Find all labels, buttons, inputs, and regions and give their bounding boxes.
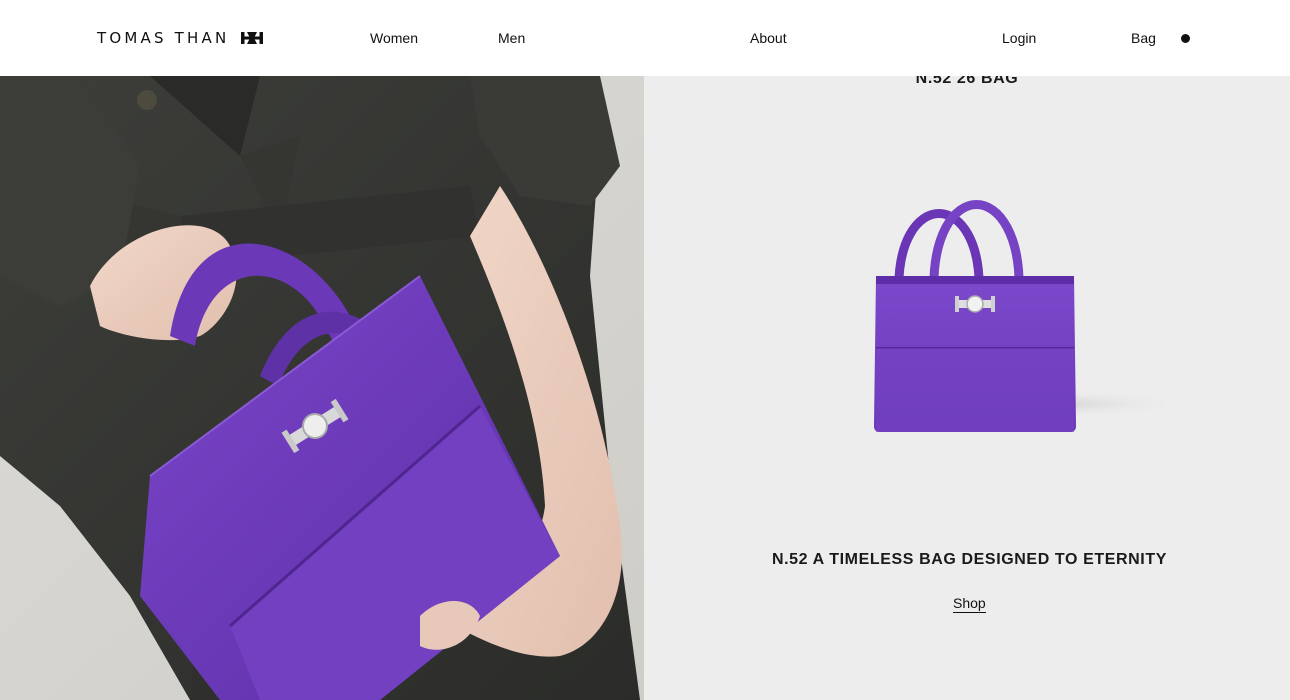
site-header: TOMAS THAN Women Men About Login Bag bbox=[0, 0, 1290, 76]
nav-women[interactable]: Women bbox=[370, 27, 418, 49]
nav-bag[interactable]: Bag bbox=[1131, 27, 1156, 49]
nav-login[interactable]: Login bbox=[1002, 27, 1036, 49]
nav-men[interactable]: Men bbox=[498, 27, 525, 49]
product-panel: N.52 26 BAG N.52 A TIMELESS BAG DESIGNED… bbox=[644, 70, 1290, 700]
nav-about[interactable]: About bbox=[750, 27, 787, 49]
product-tagline: N.52 A TIMELESS BAG DESIGNED TO ETERNITY bbox=[771, 551, 1167, 568]
th-monogram-icon bbox=[241, 32, 264, 44]
brand-name: TOMAS THAN bbox=[97, 29, 230, 47]
hero-photo-illustration bbox=[0, 76, 644, 700]
hero-image[interactable] bbox=[0, 76, 644, 700]
brand-logo[interactable]: TOMAS THAN bbox=[97, 26, 264, 50]
shop-link[interactable]: Shop bbox=[953, 594, 986, 613]
bag-indicator-dot bbox=[1181, 34, 1190, 43]
product-image[interactable] bbox=[824, 176, 1164, 456]
